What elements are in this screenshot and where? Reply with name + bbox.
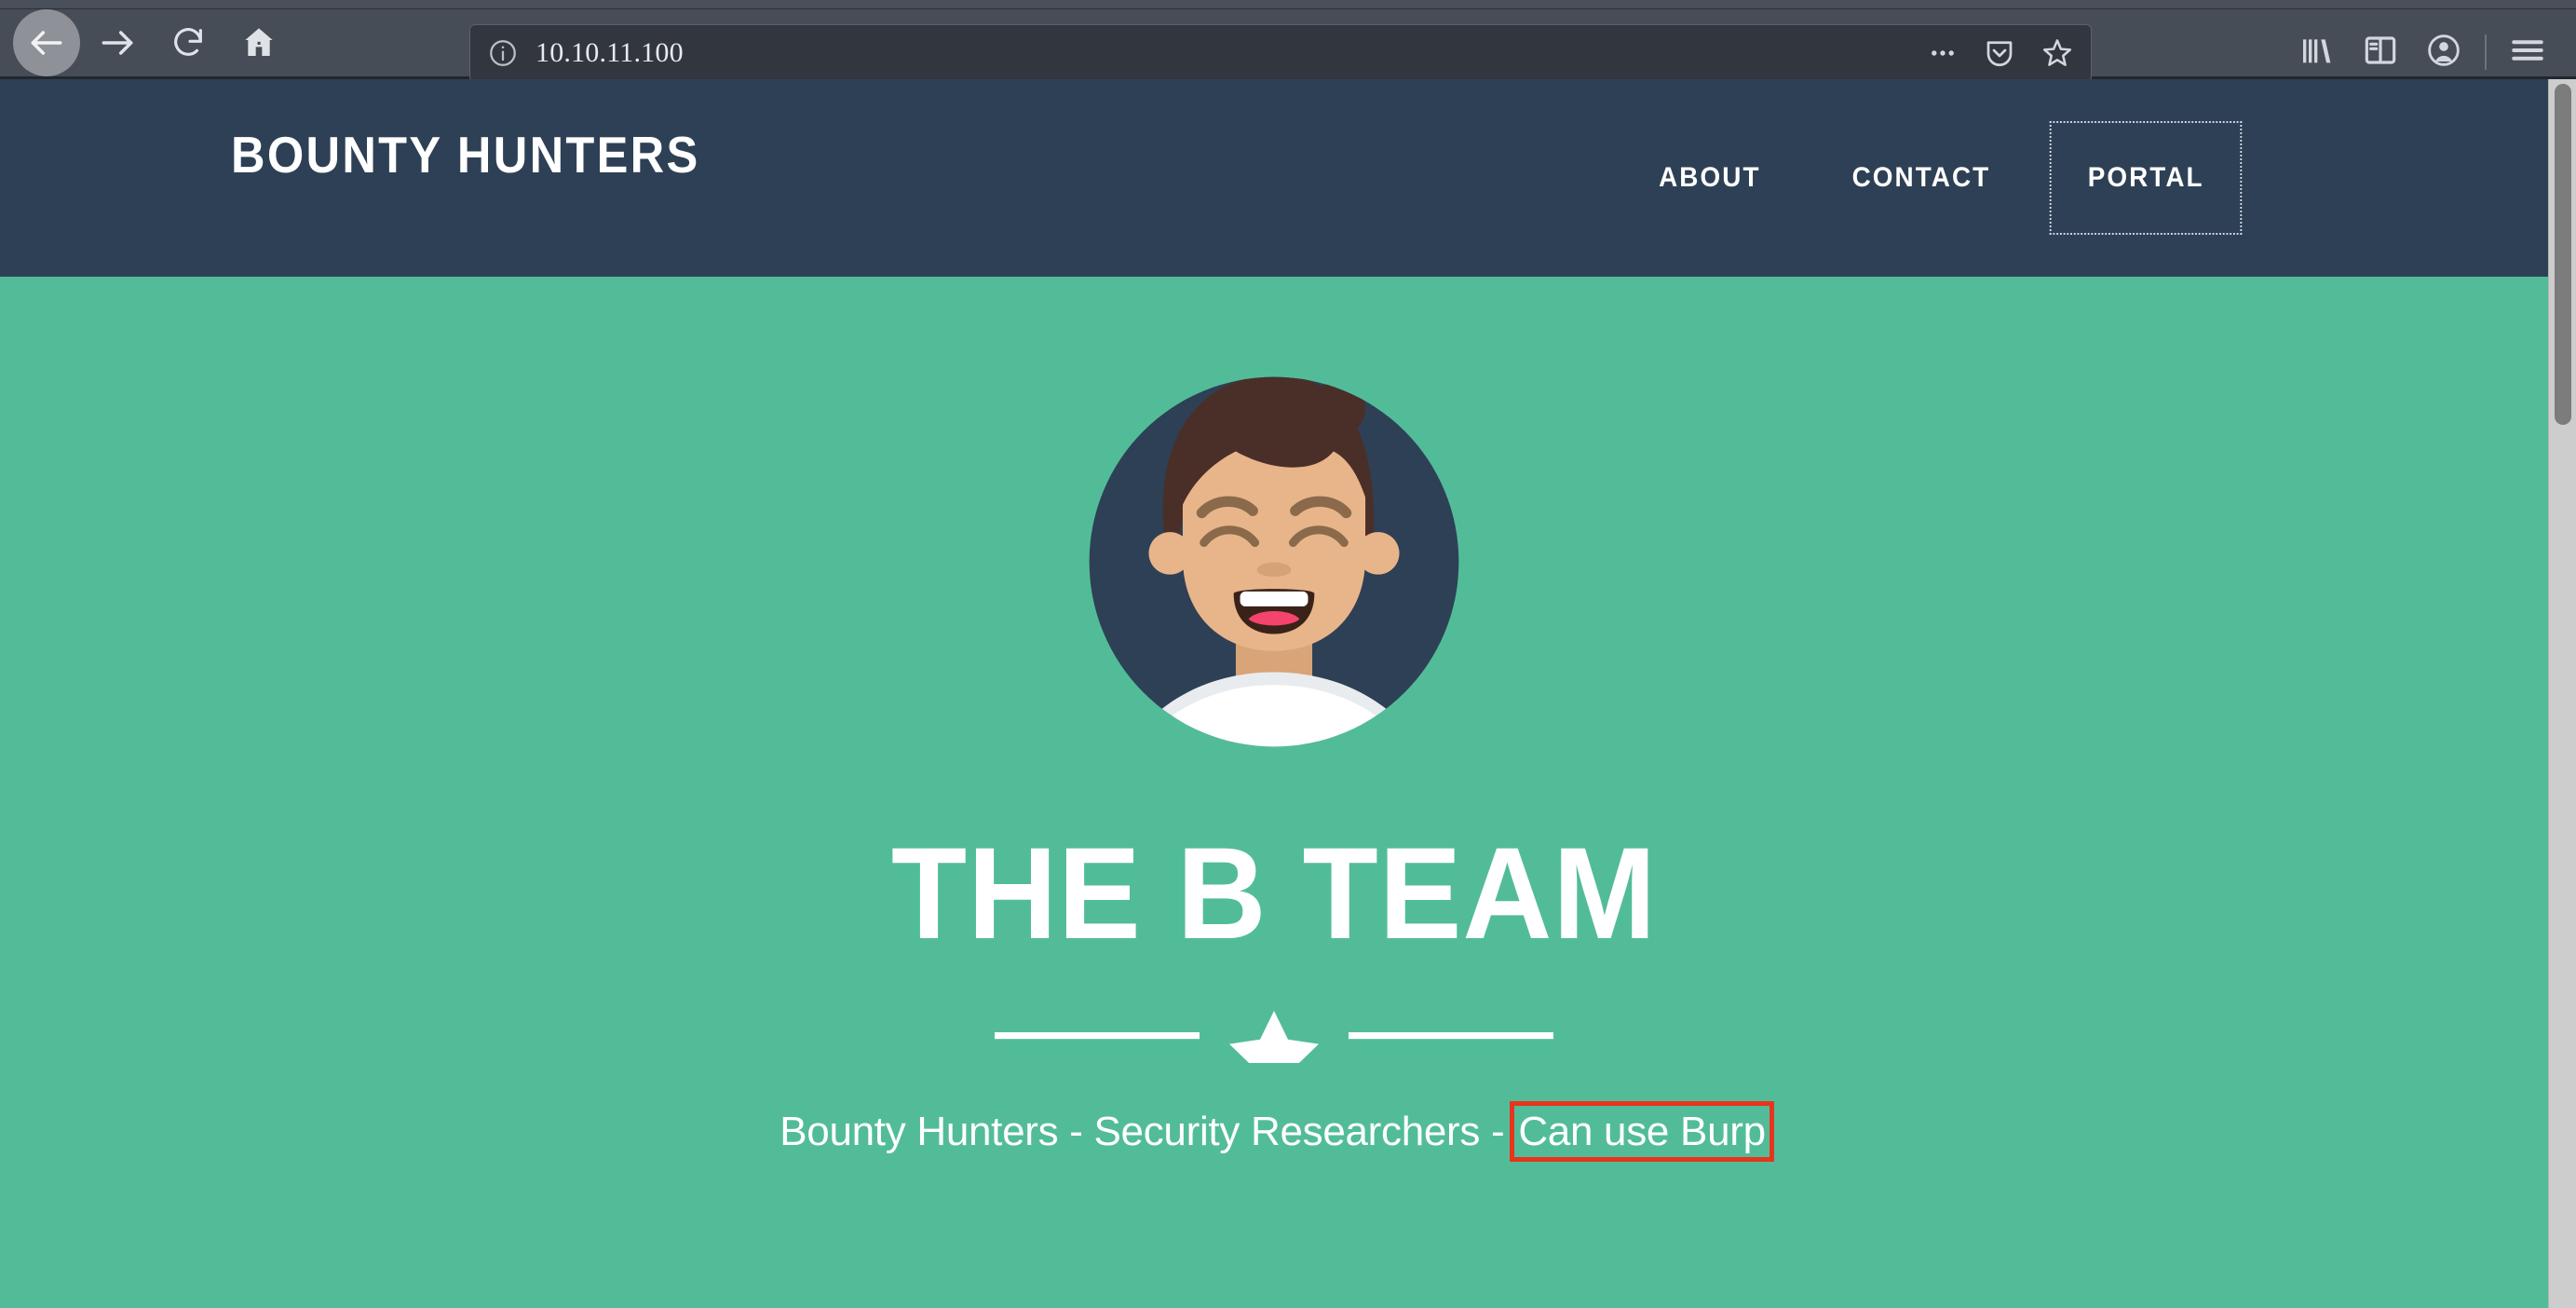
browser-navigation-toolbar: 10.10.11.100 bbox=[0, 9, 2576, 82]
toolbar-separator bbox=[2485, 34, 2487, 70]
reload-icon bbox=[169, 24, 207, 61]
star-divider-icon bbox=[995, 1011, 1553, 1063]
library-button[interactable] bbox=[2285, 20, 2349, 84]
home-icon bbox=[240, 24, 278, 61]
home-button[interactable] bbox=[225, 9, 292, 76]
brand-logo[interactable]: BOUNTY HUNTERS bbox=[231, 129, 700, 181]
star-icon[interactable] bbox=[2040, 36, 2074, 70]
hero-tagline: Bounty Hunters - Security Researchers - … bbox=[0, 1101, 2548, 1162]
avatar-illustration bbox=[1089, 376, 1459, 747]
tagline-highlight-annotation[interactable]: Can use Burp bbox=[1510, 1101, 1774, 1162]
hamburger-menu-icon bbox=[2508, 31, 2547, 75]
tagline-prefix: Bounty Hunters - Security Researchers - bbox=[780, 1109, 1516, 1154]
back-button[interactable] bbox=[13, 9, 80, 76]
tab-strip[interactable] bbox=[0, 0, 2576, 9]
account-button[interactable] bbox=[2412, 20, 2475, 84]
nav-link-contact[interactable]: CONTACT bbox=[1814, 164, 2028, 192]
page-scrollbar[interactable] bbox=[2548, 79, 2576, 1308]
page-scrollbar-thumb[interactable] bbox=[2555, 84, 2571, 425]
site-navigation: ABOUT CONTACT PORTAL bbox=[1614, 79, 2247, 277]
forward-button[interactable] bbox=[84, 9, 151, 76]
page-title: THE B TEAM bbox=[890, 820, 1658, 966]
url-bar[interactable]: 10.10.11.100 bbox=[469, 24, 2092, 82]
reload-button[interactable] bbox=[155, 9, 222, 76]
back-arrow-icon bbox=[26, 22, 67, 63]
account-icon bbox=[2425, 32, 2462, 74]
hero-section: THE B TEAM Bounty Hunters - Security Res… bbox=[0, 349, 2548, 1162]
browser-chrome: 10.10.11.100 bbox=[0, 0, 2576, 82]
ellipsis-icon[interactable] bbox=[1927, 37, 1959, 69]
pocket-shield-icon[interactable] bbox=[1983, 36, 2016, 70]
nav-link-about[interactable]: ABOUT bbox=[1620, 164, 1798, 192]
browser-toolbar-right bbox=[2285, 19, 2576, 86]
site-header: BOUNTY HUNTERS ABOUT CONTACT PORTAL bbox=[0, 79, 2548, 277]
app-menu-button[interactable] bbox=[2496, 20, 2559, 84]
nav-link-portal[interactable]: PORTAL bbox=[2049, 121, 2243, 235]
sidebar-icon bbox=[2362, 32, 2399, 74]
page-viewport: BOUNTY HUNTERS ABOUT CONTACT PORTAL THE … bbox=[0, 79, 2576, 1308]
forward-arrow-icon bbox=[97, 22, 138, 63]
info-circle-icon[interactable] bbox=[487, 37, 519, 69]
url-text[interactable]: 10.10.11.100 bbox=[536, 37, 1903, 69]
sidebar-button[interactable] bbox=[2349, 20, 2412, 84]
library-icon bbox=[2298, 32, 2336, 74]
